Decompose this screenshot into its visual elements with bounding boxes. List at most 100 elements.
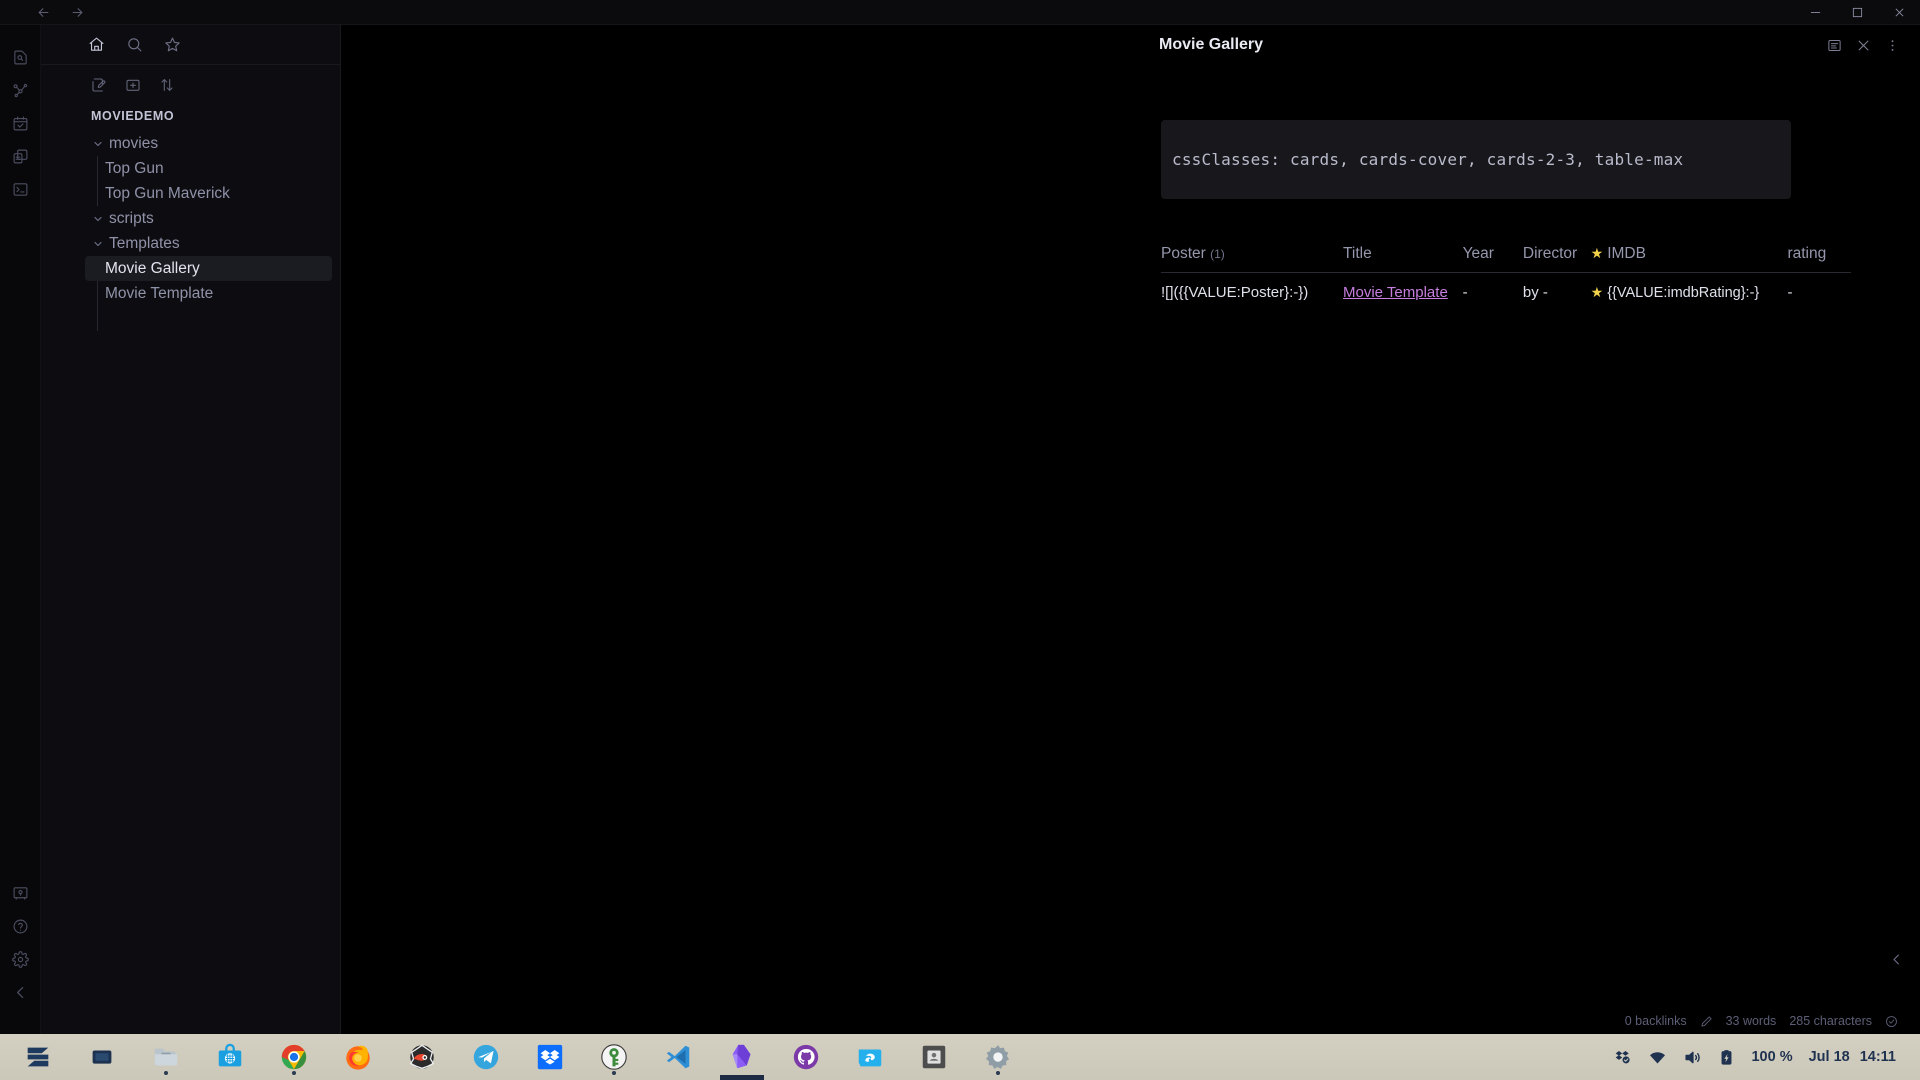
column-label: Year [1462,245,1494,262]
search-tab[interactable] [126,36,143,53]
wifi-icon[interactable] [1648,1048,1667,1067]
editor-actions [1827,38,1914,53]
reading-view-button[interactable] [1827,38,1842,53]
taskbar-app-dropbox[interactable] [518,1034,582,1080]
word-count-status[interactable]: 33 words [1726,1014,1777,1028]
taskbar-app-file-manager[interactable] [134,1034,198,1080]
terminal-icon[interactable] [5,174,35,204]
obsidian-window: MOVIEDEMO movies Top Gun Top Gun Maveric… [0,0,1920,1034]
table-header-row: Poster (1) Title Year Director ★ IMDB ra… [1161,245,1851,273]
vault-switcher-icon[interactable] [5,878,35,908]
settings-icon[interactable] [5,944,35,974]
table-header: Poster (1) Title Year Director ★ IMDB ra… [1161,245,1851,273]
github-icon [793,1044,819,1070]
volume-icon[interactable] [1683,1048,1702,1067]
system-tray: 100 % Jul 18 14:11 [1613,1048,1920,1067]
taskbar-app-obsidian[interactable] [710,1034,774,1080]
cell-poster: ![]({{VALUE:Poster}:-}) [1161,284,1309,301]
taskbar-app-firefox[interactable] [326,1034,390,1080]
check-circle-icon[interactable] [1885,1015,1898,1028]
close-tab-button[interactable] [1856,38,1871,53]
battery-percent-label: 100 % [1751,1049,1793,1065]
taskbar-app-keepassxc[interactable] [582,1034,646,1080]
keepassxc-icon [601,1044,627,1070]
vault-name: MOVIEDEMO [91,109,175,123]
tree-folder-movies[interactable]: movies [85,131,332,156]
running-indicator [292,1071,296,1075]
taskbar-app-archive-manager[interactable] [902,1034,966,1080]
column-header-director[interactable]: Director [1522,245,1591,273]
files-tab[interactable] [88,36,105,53]
windows-stack-icon [92,1050,112,1064]
tree-folder-templates[interactable]: Templates [85,231,332,256]
window-controls [1794,0,1920,25]
help-icon[interactable] [5,911,35,941]
daily-note-icon[interactable] [5,108,35,138]
new-note-button[interactable] [91,77,107,93]
running-indicator [996,1071,1000,1075]
taskbar-app-software-store[interactable] [198,1034,262,1080]
clock-time: 14:11 [1859,1049,1896,1065]
table-body: ![]({{VALUE:Poster}:-}) Movie Template -… [1161,273,1851,312]
collapse-right-sidebar-button[interactable] [1889,952,1904,972]
back-button[interactable] [33,3,53,21]
file-pane-toolbar [41,65,340,105]
blender-icon [409,1044,435,1069]
column-label: Poster [1161,245,1206,262]
column-header-year[interactable]: Year [1462,245,1523,273]
frontmatter-text: cssClasses: cards, cards-cover, cards-2-… [1172,150,1684,169]
forward-button[interactable] [67,3,87,21]
close-button[interactable] [1878,0,1920,25]
gear-icon [986,1045,1010,1069]
maximize-button[interactable] [1836,0,1878,25]
frontmatter-block[interactable]: cssClasses: cards, cards-cover, cards-2-… [1161,120,1791,199]
movie-table: Poster (1) Title Year Director ★ IMDB ra… [1161,245,1851,311]
graph-view-icon[interactable] [5,75,35,105]
title-bar [0,0,1920,25]
taskbar-app-telegram[interactable] [454,1034,518,1080]
tree-file-top-gun[interactable]: Top Gun [85,156,332,181]
sync-status-icon[interactable] [1613,1048,1632,1067]
running-indicator [612,1071,616,1075]
star-icon: ★ [1590,284,1604,300]
tree-item-label: Movie Gallery [105,259,200,277]
tree-folder-scripts[interactable]: scripts [85,206,332,231]
tree-file-top-gun-maverick[interactable]: Top Gun Maverick [85,181,332,206]
column-header-poster[interactable]: Poster (1) [1161,245,1344,273]
taskbar-app-github-desktop[interactable] [774,1034,838,1080]
taskbar-app-sublime-text[interactable] [838,1034,902,1080]
taskbar-app-settings[interactable] [966,1034,1030,1080]
sort-button[interactable] [159,77,175,93]
column-header-title[interactable]: Title [1343,245,1463,273]
battery-icon[interactable] [1718,1049,1735,1066]
column-header-rating[interactable]: rating [1787,245,1851,273]
folder-icon [154,1048,178,1066]
chevron-down-icon [91,237,105,251]
clock[interactable]: Jul 18 14:11 [1809,1049,1896,1065]
more-options-button[interactable] [1885,38,1900,53]
taskbar-app-show-desktop[interactable] [70,1034,134,1080]
collapse-sidebar-icon[interactable] [5,977,35,1007]
new-folder-button[interactable] [125,77,141,93]
table-row: ![]({{VALUE:Poster}:-}) Movie Template -… [1161,273,1851,312]
character-count-status[interactable]: 285 characters [1789,1014,1872,1028]
column-label: Director [1522,245,1578,262]
taskbar-app-blender[interactable] [390,1034,454,1080]
tree-file-movie-gallery[interactable]: Movie Gallery [85,256,332,281]
taskbar-app-google-chrome[interactable] [262,1034,326,1080]
movie-template-link[interactable]: Movie Template [1343,284,1448,301]
backlinks-status[interactable]: 0 backlinks [1625,1014,1687,1028]
canvas-icon[interactable] [5,141,35,171]
chevron-down-icon [91,137,105,151]
taskbar-app-zorin-menu[interactable] [6,1034,70,1080]
tree-item-label: scripts [109,209,154,227]
quick-switcher-icon[interactable] [5,42,35,72]
bookmarks-tab[interactable] [164,36,181,53]
note-body: cssClasses: cards, cards-cover, cards-2-… [1161,120,1851,311]
taskbar-app-vs-code[interactable] [646,1034,710,1080]
column-header-imdb[interactable]: ★ IMDB [1590,245,1788,273]
editor-content[interactable]: cssClasses: cards, cards-cover, cards-2-… [341,65,1920,1008]
editor-pane: Movie Gallery cssClasses: cards, cards-c… [341,25,1920,1034]
tree-file-movie-template[interactable]: Movie Template [85,281,332,306]
minimize-button[interactable] [1794,0,1836,25]
